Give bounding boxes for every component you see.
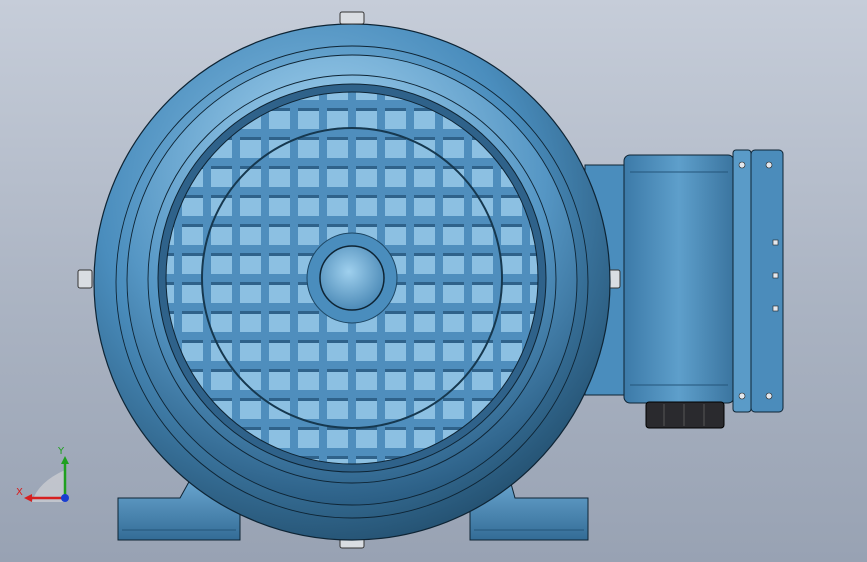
z-axis-dot [61,494,69,502]
x-axis-label: X [16,487,23,498]
graphics-viewport[interactable]: X Y [0,0,867,562]
motor-model-view[interactable] [0,0,867,562]
coordinate-triad: X Y [10,440,80,510]
lifting-bolt[interactable] [339,11,365,25]
cable-gland[interactable] [645,401,725,429]
y-axis-label: Y [57,446,65,457]
fan-hub [306,232,398,324]
